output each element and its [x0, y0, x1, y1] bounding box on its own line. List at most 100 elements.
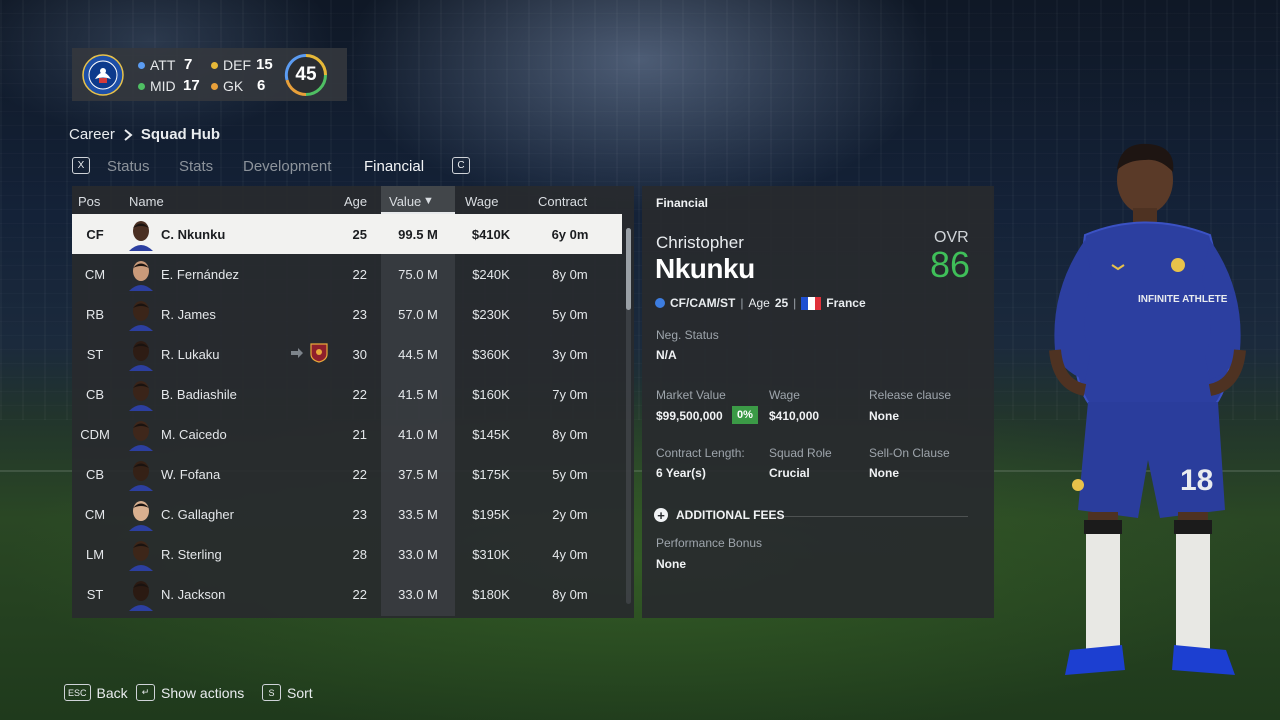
- player-meta: CF/CAM/ST | Age 25 | France: [655, 296, 866, 310]
- tab-status[interactable]: Status: [107, 158, 150, 175]
- shorts-number: 18: [1180, 464, 1213, 497]
- sell-on-clause-label: Sell-On Clause: [869, 446, 950, 460]
- cell-value: 41.5 M: [398, 387, 438, 402]
- mid-stat: MID: [138, 78, 176, 94]
- mid-value: 17: [183, 77, 200, 94]
- table-row[interactable]: CDM M. Caicedo 21 41.0 M $145K 8y 0m: [72, 414, 622, 454]
- cell-name: C. Gallagher: [161, 507, 234, 522]
- cell-contract: 2y 0m: [552, 507, 588, 522]
- cell-contract: 8y 0m: [552, 587, 588, 602]
- att-dot: [138, 61, 145, 69]
- wage-value: $410,000: [769, 409, 820, 423]
- additional-fees-toggle[interactable]: + ADDITIONAL FEES: [654, 508, 784, 522]
- neg-status-label: Neg. Status: [656, 328, 719, 342]
- cell-name: E. Fernández: [161, 267, 240, 282]
- table-row[interactable]: CM E. Fernández 22 75.0 M $240K 8y 0m: [72, 254, 622, 294]
- table-scrollbar-thumb[interactable]: [626, 228, 631, 310]
- cell-age: 23: [352, 307, 367, 322]
- cell-wage: $360K: [472, 347, 510, 362]
- chevron-right-icon: [124, 128, 133, 141]
- cell-pos: LM: [85, 547, 105, 562]
- player-face-icon: [129, 381, 153, 411]
- esc-key: ESC: [64, 684, 91, 701]
- header-contract[interactable]: Contract: [538, 194, 587, 209]
- player-last-name: Nkunku: [655, 253, 755, 284]
- tab-development[interactable]: Development: [243, 158, 331, 175]
- header-name[interactable]: Name: [129, 194, 164, 209]
- cell-value: 44.5 M: [398, 347, 438, 362]
- loan-transfer-icon: [291, 348, 303, 358]
- table-row[interactable]: CF C. Nkunku 25 99.5 M $410K 6y 0m: [72, 214, 622, 254]
- cell-wage: $310K: [472, 547, 510, 562]
- breadcrumb-squad-hub: Squad Hub: [140, 126, 221, 143]
- cell-contract: 7y 0m: [552, 387, 588, 402]
- sell-on-clause-value: None: [869, 466, 899, 480]
- breadcrumb: Career Squad Hub: [69, 126, 220, 143]
- header-value[interactable]: Value: [389, 194, 421, 209]
- squad-role-label: Squad Role: [769, 446, 832, 460]
- player-face-icon: [129, 501, 153, 531]
- header-pos[interactable]: Pos: [78, 194, 100, 209]
- cell-name: M. Caicedo: [161, 427, 227, 442]
- cell-age: 25: [352, 227, 367, 242]
- player-nation: France: [826, 296, 866, 310]
- cell-pos: ST: [86, 347, 104, 362]
- cell-value: 33.0 M: [398, 547, 438, 562]
- back-action[interactable]: ESC Back: [64, 684, 128, 701]
- cell-name: R. Sterling: [161, 547, 222, 562]
- cell-wage: $145K: [472, 427, 510, 442]
- gk-stat: GK: [211, 78, 243, 94]
- release-clause-label: Release clause: [869, 388, 952, 402]
- enter-key: ↵: [136, 684, 155, 701]
- gk-dot: [211, 82, 218, 90]
- additional-fees-label: ADDITIONAL FEES: [676, 508, 785, 522]
- cell-wage: $230K: [472, 307, 510, 322]
- player-positions: CF/CAM/ST: [670, 296, 736, 310]
- mid-label: MID: [150, 78, 176, 94]
- table-row[interactable]: LM R. Sterling 28 33.0 M $310K 4y 0m: [72, 534, 622, 574]
- table-row[interactable]: RB R. James 23 57.0 M $230K 5y 0m: [72, 294, 622, 334]
- tab-stats[interactable]: Stats: [179, 158, 213, 175]
- cell-wage: $240K: [472, 267, 510, 282]
- table-row[interactable]: CM C. Gallagher 23 33.5 M $195K 2y 0m: [72, 494, 622, 534]
- cell-age: 22: [352, 387, 367, 402]
- show-actions-label: Show actions: [161, 684, 245, 701]
- table-row[interactable]: CB W. Fofana 22 37.5 M $175K 5y 0m: [72, 454, 622, 494]
- cell-contract: 4y 0m: [552, 547, 588, 562]
- back-label: Back: [96, 684, 128, 701]
- cell-name: R. Lukaku: [161, 347, 220, 362]
- cell-value: 33.0 M: [398, 587, 438, 602]
- player-age: 25: [774, 296, 789, 310]
- cell-contract: 6y 0m: [551, 227, 589, 242]
- player-face-icon: [129, 261, 153, 291]
- sort-label: Sort: [287, 684, 313, 701]
- tab-financial[interactable]: Financial: [364, 158, 424, 175]
- player-first-name: Christopher: [656, 233, 744, 252]
- market-value: $99,500,000: [656, 409, 723, 423]
- panel-title: Financial: [656, 196, 709, 210]
- prev-tab-key[interactable]: X: [72, 157, 90, 174]
- breadcrumb-career[interactable]: Career: [69, 126, 115, 143]
- att-value: 7: [184, 56, 193, 73]
- table-row[interactable]: CB B. Badiashile 22 41.5 M $160K 7y 0m: [72, 374, 622, 414]
- header-age[interactable]: Age: [344, 194, 367, 209]
- wage-label: Wage: [769, 388, 800, 402]
- market-value-change-badge: 0%: [732, 406, 758, 424]
- show-actions-action[interactable]: ↵ Show actions: [136, 684, 244, 701]
- mid-dot: [138, 82, 145, 90]
- cell-pos: ST: [86, 587, 104, 602]
- table-row[interactable]: ST N. Jackson 22 33.0 M $180K 8y 0m: [72, 574, 622, 614]
- cell-age: 28: [352, 547, 367, 562]
- cell-wage: $160K: [472, 387, 510, 402]
- cell-value: 75.0 M: [398, 267, 438, 282]
- squad-table: Pos Name Age Value ▼ Wage Contract CF C. …: [72, 186, 634, 618]
- cell-value: 41.0 M: [398, 427, 438, 442]
- squad-role-value: Crucial: [769, 466, 810, 480]
- header-wage[interactable]: Wage: [465, 194, 498, 209]
- att-label: ATT: [150, 57, 176, 73]
- table-row[interactable]: ST R. Lukaku 30 44.5 M $360K 3y 0m: [72, 334, 622, 374]
- sort-action[interactable]: S Sort: [262, 684, 313, 701]
- position-dot-icon: [655, 298, 665, 308]
- cell-contract: 8y 0m: [552, 267, 588, 282]
- next-tab-key[interactable]: C: [452, 157, 470, 174]
